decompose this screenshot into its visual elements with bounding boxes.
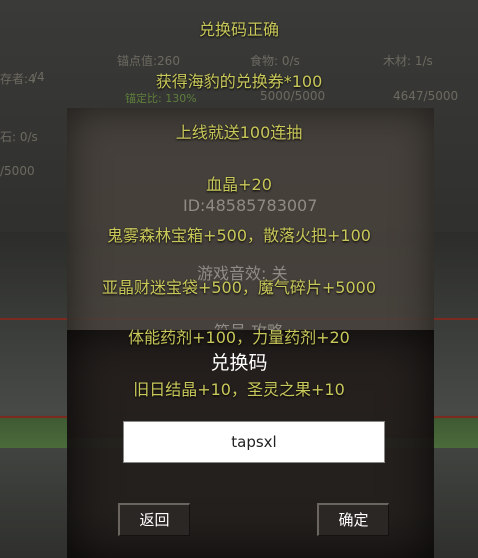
redeem-code-input[interactable]: [123, 421, 385, 463]
anchor-ratio-stat: 锚定比: 130%: [125, 92, 197, 105]
back-button[interactable]: 返回: [118, 503, 190, 536]
food-rate-stat: 食物: 0/s: [250, 54, 300, 68]
confirm-button[interactable]: 确定: [317, 503, 389, 536]
toast-success-message: 兑换码正确: [198, 20, 279, 39]
toast-reward-line: 上线就送100连抽: [175, 123, 303, 142]
toast-reward-line: 获得海豹的兑换券*100: [155, 72, 323, 91]
wood-rate-stat: 木材: 1/s: [383, 54, 433, 68]
toast-reward-line: 鬼雾森林宝箱+500，散落火把+100: [107, 226, 371, 245]
player-id-text: ID:48585783007: [183, 196, 318, 215]
toast-reward-line: 亚晶财迷宝袋+500，魔气碎片+5000: [101, 278, 377, 297]
toast-reward-line: 旧日结晶+10，圣灵之果+10: [133, 380, 345, 399]
toast-reward-line: 体能药剂+100，力量药剂+20: [128, 328, 350, 347]
toast-reward-line: 血晶+20: [206, 175, 272, 194]
dialog-title: 兑换码: [210, 352, 268, 374]
anchor-value-stat: 锚点值:260: [117, 54, 180, 68]
